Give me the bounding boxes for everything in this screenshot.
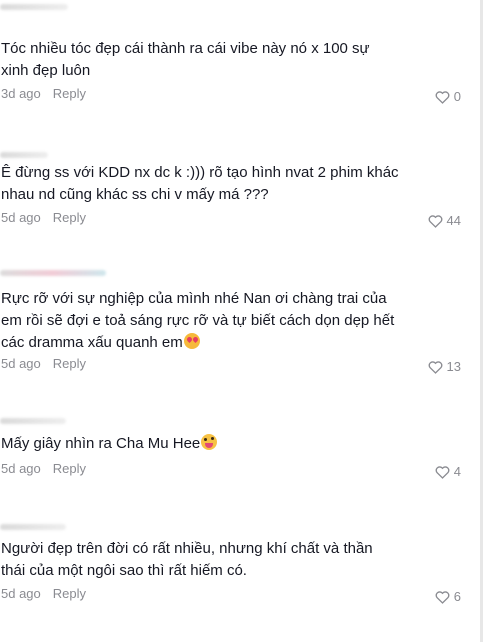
zany-face-icon bbox=[201, 434, 218, 450]
blurred-username[interactable] bbox=[0, 152, 48, 158]
blurred-username[interactable] bbox=[0, 524, 66, 530]
comment-list: Tóc nhiều tóc đẹp cái thành ra cái vibe … bbox=[0, 0, 483, 642]
comment-text: Tóc nhiều tóc đẹp cái thành ra cái vibe … bbox=[1, 40, 370, 79]
like-button[interactable]: 13 bbox=[428, 359, 461, 374]
like-button[interactable]: 4 bbox=[435, 464, 461, 479]
reply-button[interactable]: Reply bbox=[53, 86, 86, 101]
like-button[interactable]: 0 bbox=[435, 89, 461, 104]
comment-timestamp: 3d ago bbox=[1, 86, 41, 101]
comment-timestamp: 5d ago bbox=[1, 461, 41, 476]
heart-icon bbox=[428, 214, 442, 228]
heart-icon bbox=[435, 465, 450, 479]
smiling-face-with-heart-eyes-icon bbox=[183, 333, 200, 349]
comment-text: Mấy giây nhìn ra Cha Mu Hee bbox=[1, 433, 421, 455]
reply-button[interactable]: Reply bbox=[53, 356, 86, 371]
comment-meta: 5d ago Reply bbox=[1, 210, 86, 225]
comment-timestamp: 5d ago bbox=[1, 356, 41, 371]
comment-text: Người đẹp trên đời có rất nhiều, nhưng k… bbox=[1, 540, 373, 579]
heart-icon bbox=[435, 90, 450, 104]
comment-text: Ê đừng ss với KDD nx dc k :))) rõ tạo hì… bbox=[1, 164, 399, 203]
blurred-username[interactable] bbox=[0, 270, 106, 276]
blurred-username[interactable] bbox=[0, 4, 68, 10]
like-button[interactable]: 6 bbox=[435, 589, 461, 604]
like-count: 6 bbox=[453, 589, 461, 604]
comment-timestamp: 5d ago bbox=[1, 210, 41, 225]
comment-text: Rực rỡ với sự nghiệp của mình nhé Nan ơi… bbox=[1, 288, 421, 354]
comment-meta: 5d ago Reply bbox=[1, 586, 86, 601]
reply-button[interactable]: Reply bbox=[53, 210, 86, 225]
like-count: 0 bbox=[453, 89, 461, 104]
heart-icon bbox=[435, 590, 450, 604]
comment-meta: 5d ago Reply bbox=[1, 461, 86, 476]
like-count: 13 bbox=[446, 359, 461, 374]
comment-text-content: Mấy giây nhìn ra Cha Mu Hee bbox=[1, 435, 201, 452]
like-button[interactable]: 44 bbox=[428, 213, 461, 228]
like-count: 44 bbox=[446, 213, 461, 228]
reply-button[interactable]: Reply bbox=[53, 586, 86, 601]
blurred-username[interactable] bbox=[0, 418, 66, 424]
comment-meta: 5d ago Reply bbox=[1, 356, 86, 371]
heart-icon bbox=[428, 360, 442, 374]
comment-timestamp: 5d ago bbox=[1, 586, 41, 601]
like-count: 4 bbox=[453, 464, 461, 479]
comment-meta: 3d ago Reply bbox=[1, 86, 86, 101]
reply-button[interactable]: Reply bbox=[53, 461, 86, 476]
